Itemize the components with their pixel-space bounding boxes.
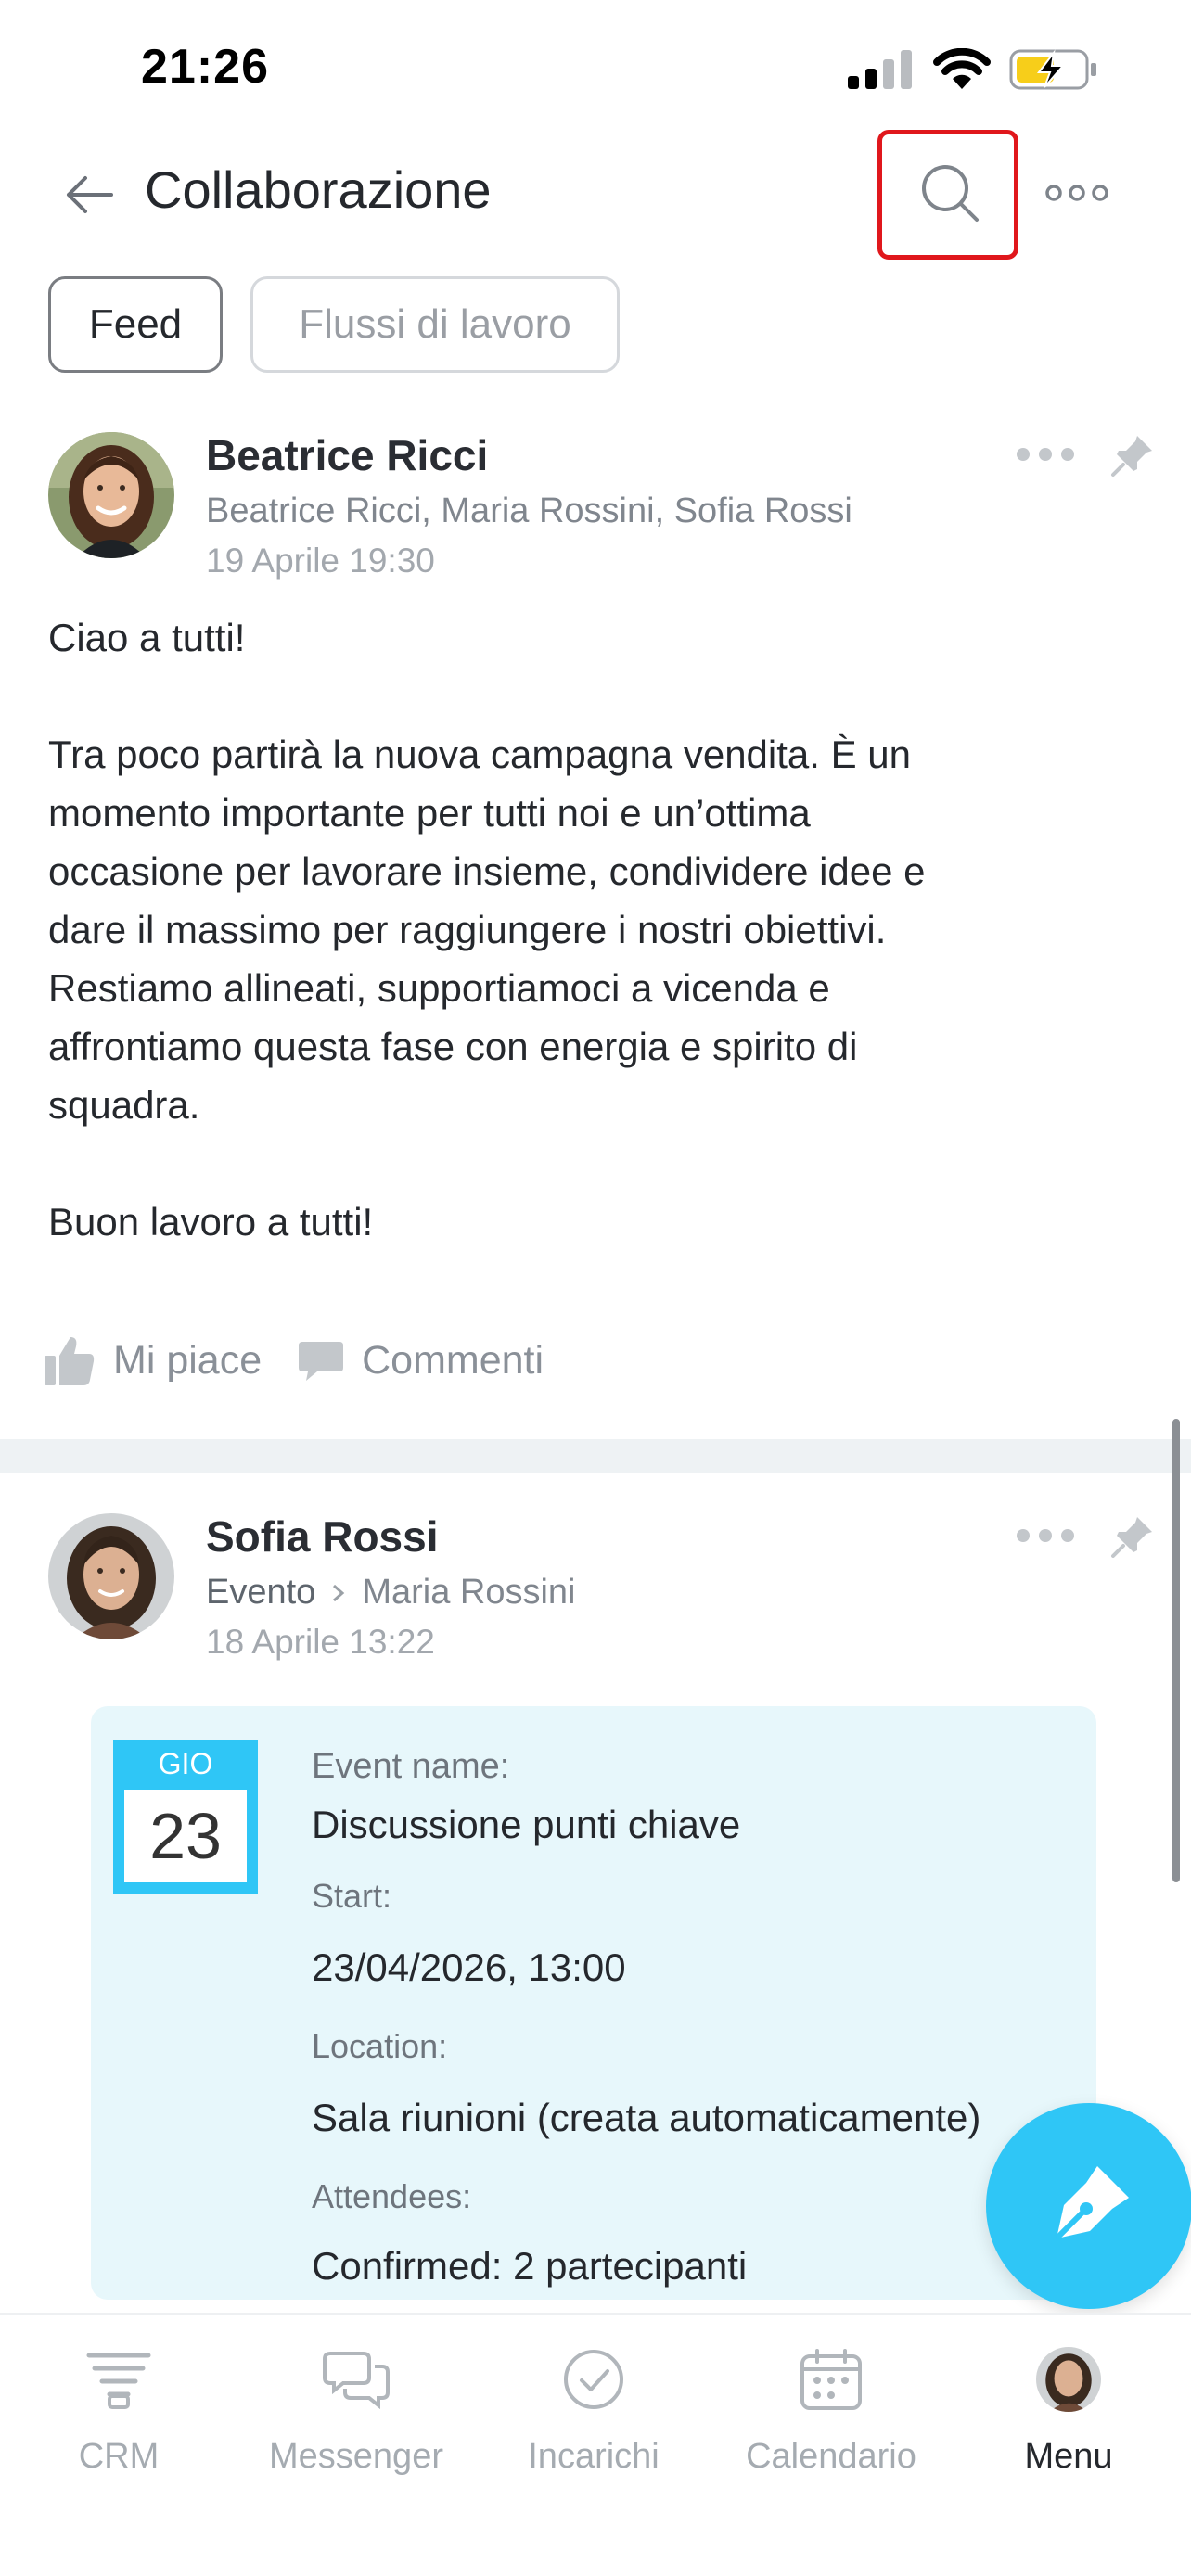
header: Collaborazione <box>0 130 1191 260</box>
nav-label: Calendario <box>746 2437 916 2476</box>
post-author[interactable]: Beatrice Ricci <box>206 430 488 480</box>
event-location-label: Location: <box>312 2027 448 2065</box>
nav-label: Menu <box>1024 2437 1113 2476</box>
like-button[interactable]: Mi piace <box>43 1333 262 1387</box>
event-name[interactable]: Discussione punti chiave <box>312 1803 740 1847</box>
crm-icon <box>82 2342 156 2417</box>
status-icons <box>848 46 1098 93</box>
nav-label: Incarichi <box>528 2437 660 2476</box>
pin-icon <box>1111 436 1152 477</box>
avatar[interactable] <box>48 432 174 558</box>
new-post-button[interactable] <box>986 2103 1191 2309</box>
search-icon <box>922 165 979 222</box>
signal-icon <box>848 50 912 89</box>
post-body: Ciao a tutti! Tra poco partirà la nuova … <box>48 616 926 1243</box>
check-circle-icon <box>557 2342 631 2417</box>
like-label: Mi piace <box>113 1337 263 1383</box>
avatar-image <box>48 1513 174 1639</box>
event-attendees[interactable]: Confirmed: 2 partecipanti <box>312 2244 747 2289</box>
search-button[interactable] <box>877 130 1018 260</box>
status-time: 21:26 <box>141 40 269 94</box>
post-more-button[interactable] <box>1015 445 1076 464</box>
feed-post: Beatrice Ricci Beatrice Ricci, Maria Ros… <box>0 427 1191 1437</box>
event-location: Sala riunioni (creata automaticamente) <box>312 2096 981 2139</box>
event-start: 23/04/2026, 13:00 <box>312 1945 626 1989</box>
post-author[interactable]: Sofia Rossi <box>206 1511 439 1562</box>
scrollbar[interactable] <box>1172 1419 1180 1882</box>
tab-bar: Feed Flussi di lavoro <box>48 276 620 373</box>
thumbs-up-icon <box>45 1337 95 1385</box>
more-horizontal-icon <box>1017 1529 1074 1542</box>
nav-label: Messenger <box>269 2437 443 2476</box>
pin-icon <box>1111 1517 1152 1558</box>
post-recipients[interactable]: Beatrice Ricci, Maria Rossini, Sofia Ros… <box>206 491 852 531</box>
event-attendees-label: Attendees: <box>312 2177 472 2215</box>
post-type-label[interactable]: Evento <box>206 1573 315 1613</box>
pin-button[interactable] <box>1109 1513 1156 1560</box>
nav-crm[interactable]: CRM <box>0 2315 237 2500</box>
arrow-left-icon <box>67 176 113 213</box>
page-title: Collaborazione <box>145 160 492 219</box>
post-date: 19 Aprile 19:30 <box>206 542 435 580</box>
nav-label: CRM <box>78 2437 160 2476</box>
nav-tasks[interactable]: Incarichi <box>475 2315 712 2500</box>
event-name-label: Event name: <box>312 1747 510 1786</box>
avatar[interactable] <box>48 1513 174 1639</box>
post-actions: Mi piace Commenti <box>43 1333 544 1387</box>
calendar-icon <box>794 2342 868 2417</box>
post-date: 18 Aprile 13:22 <box>206 1623 435 1661</box>
more-horizontal-icon <box>1045 185 1108 201</box>
event-start-label: Start: <box>312 1877 392 1915</box>
comments-label: Commenti <box>362 1337 544 1383</box>
post-separator <box>0 1439 1191 1473</box>
pin-button[interactable] <box>1109 432 1156 478</box>
more-horizontal-icon <box>1017 448 1074 461</box>
nav-messenger[interactable]: Messenger <box>237 2315 475 2500</box>
chat-icon <box>319 2342 393 2417</box>
avatar-image <box>48 432 174 558</box>
comments-button[interactable]: Commenti <box>297 1336 544 1384</box>
bottom-navigation: CRM Messenger Incarichi Calendario Menu <box>0 2313 1191 2576</box>
event-weekday: GIO <box>158 1747 213 1780</box>
event-day-number: 23 <box>124 1790 247 1882</box>
post-recipient[interactable]: Maria Rossini <box>362 1573 575 1613</box>
wifi-icon <box>933 48 991 89</box>
nav-menu[interactable]: Menu <box>950 2315 1187 2500</box>
battery-charging-icon <box>1009 49 1096 90</box>
more-options-button[interactable] <box>1044 176 1109 210</box>
event-card[interactable]: GIO 23 Event name: Discussione punti chi… <box>91 1706 1096 2300</box>
calendar-date-icon: GIO 23 <box>113 1740 258 1894</box>
post-destination: Evento Maria Rossini <box>206 1573 575 1613</box>
tab-feed[interactable]: Feed <box>48 276 223 373</box>
chevron-right-icon <box>333 1584 345 1601</box>
comment-icon <box>299 1342 344 1381</box>
avatar <box>1036 2347 1101 2412</box>
tab-workflows[interactable]: Flussi di lavoro <box>250 276 620 373</box>
nav-calendar[interactable]: Calendario <box>712 2315 950 2500</box>
pen-nib-icon <box>1056 2166 1129 2239</box>
post-more-button[interactable] <box>1015 1526 1076 1545</box>
status-bar: 21:26 <box>0 0 1191 139</box>
nav-avatar-wrap <box>1031 2342 1106 2417</box>
back-button[interactable] <box>56 167 121 223</box>
